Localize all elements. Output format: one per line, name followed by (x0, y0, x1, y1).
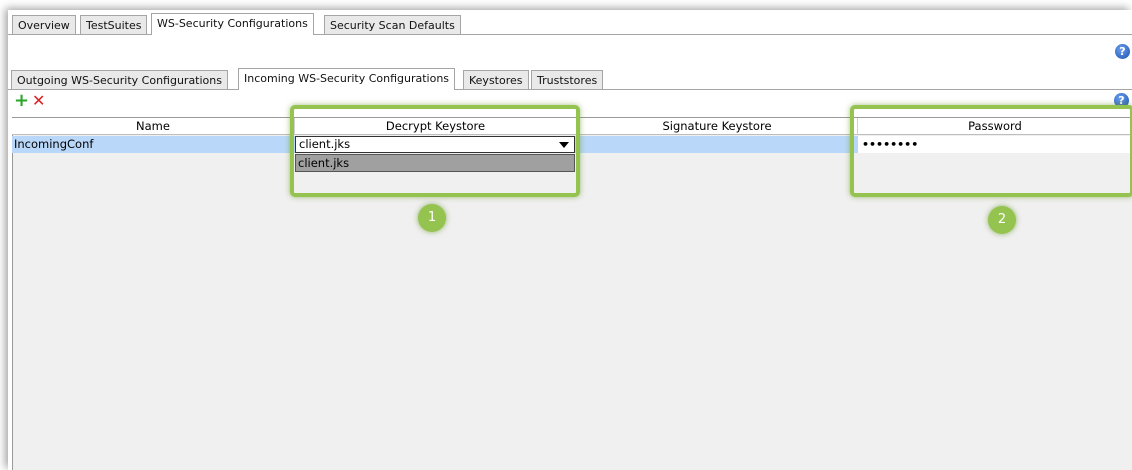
add-icon[interactable]: + (14, 92, 29, 110)
callout-marker-2: 2 (988, 206, 1016, 234)
tab-security-scan-defaults[interactable]: Security Scan Defaults (324, 15, 461, 35)
tab-truststores[interactable]: Truststores (531, 70, 604, 90)
help-icon[interactable]: ? (1115, 44, 1130, 59)
column-header-name[interactable]: Name (12, 118, 295, 135)
highlight-box-password (850, 105, 1132, 197)
ws-security-window: Overview TestSuites WS-Security Configur… (8, 10, 1132, 470)
tab-testsuites[interactable]: TestSuites (80, 15, 148, 35)
cell-name[interactable]: IncomingConf (12, 136, 295, 153)
tab-keystores[interactable]: Keystores (463, 70, 529, 90)
tab-overview[interactable]: Overview (12, 15, 76, 35)
highlight-box-decrypt-keystore (290, 105, 580, 197)
tab-ws-security-configurations[interactable]: WS-Security Configurations (151, 13, 314, 35)
column-header-signature-keystore[interactable]: Signature Keystore (577, 118, 858, 135)
top-tabbar: Overview TestSuites WS-Security Configur… (8, 10, 1132, 35)
remove-icon[interactable]: ✕ (32, 92, 45, 110)
sub-tabbar: Outgoing WS-Security Configurations Inco… (8, 65, 1132, 90)
callout-marker-1: 1 (418, 204, 446, 232)
cell-signature-keystore[interactable] (577, 136, 858, 153)
tab-outgoing-ws-security[interactable]: Outgoing WS-Security Configurations (11, 70, 228, 90)
tab-incoming-ws-security[interactable]: Incoming WS-Security Configurations (238, 68, 456, 90)
